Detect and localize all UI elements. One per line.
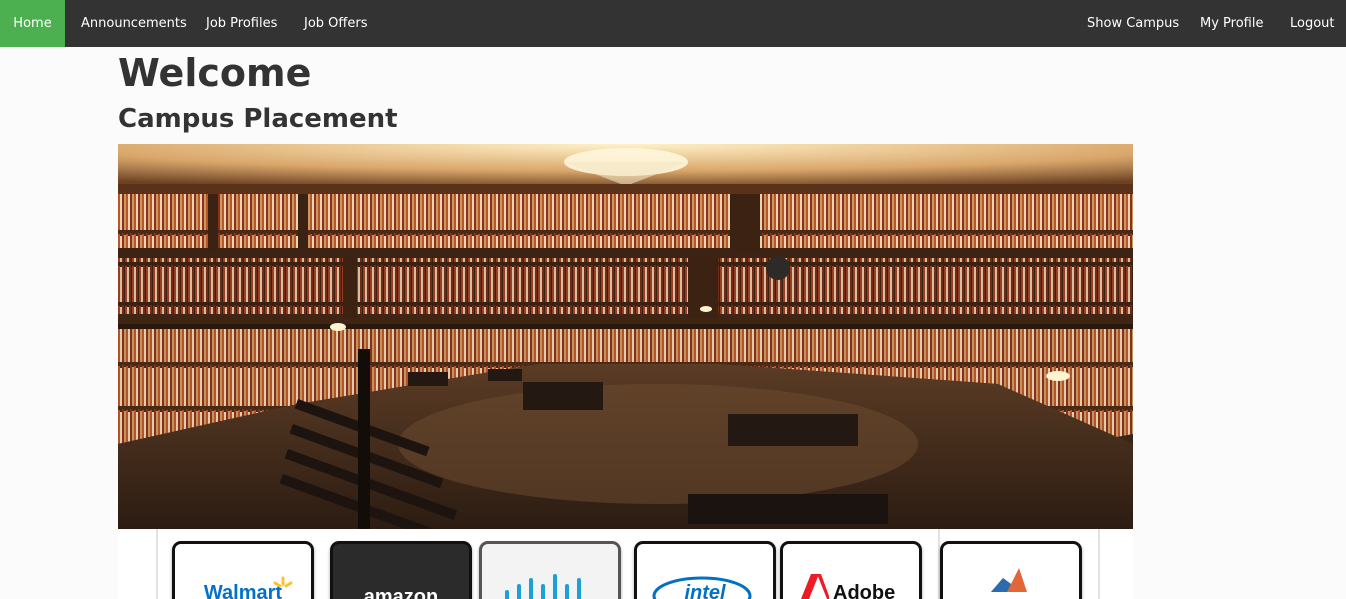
library-image bbox=[118, 144, 1133, 529]
intel-logo: intel bbox=[634, 541, 776, 599]
amazon-logo: amazon bbox=[330, 541, 472, 599]
page-title: Welcome bbox=[118, 51, 312, 95]
nav-job-offers[interactable]: Job Offers bbox=[304, 0, 367, 47]
company-logo-strip: Walmart amazon intel Adobe bbox=[118, 529, 1133, 599]
adobe-a-icon bbox=[801, 574, 829, 599]
amazon-logo-text: amazon bbox=[363, 586, 439, 599]
cisco-bars-icon bbox=[505, 574, 581, 599]
strip-divider bbox=[1098, 529, 1100, 599]
nav-logout[interactable]: Logout bbox=[1290, 0, 1335, 47]
page-subtitle: Campus Placement bbox=[118, 104, 398, 134]
nav-announcements[interactable]: Announcements bbox=[81, 0, 187, 47]
adobe-logo-text: Adobe bbox=[833, 582, 896, 599]
top-navbar: Home Announcements Job Profiles Job Offe… bbox=[0, 0, 1346, 47]
cisco-logo bbox=[479, 541, 621, 599]
nav-job-profiles[interactable]: Job Profiles bbox=[206, 0, 277, 47]
adobe-logo: Adobe bbox=[780, 541, 922, 599]
walmart-logo: Walmart bbox=[172, 541, 314, 599]
strip-divider bbox=[156, 529, 158, 599]
intel-logo-text: intel bbox=[684, 582, 726, 599]
hero-library-image bbox=[118, 144, 1133, 529]
nav-my-profile[interactable]: My Profile bbox=[1200, 0, 1263, 47]
mathworks-logo bbox=[940, 541, 1082, 599]
nav-show-campus[interactable]: Show Campus bbox=[1087, 0, 1179, 47]
walmart-spark-icon bbox=[273, 576, 293, 588]
nav-home[interactable]: Home bbox=[0, 0, 65, 47]
